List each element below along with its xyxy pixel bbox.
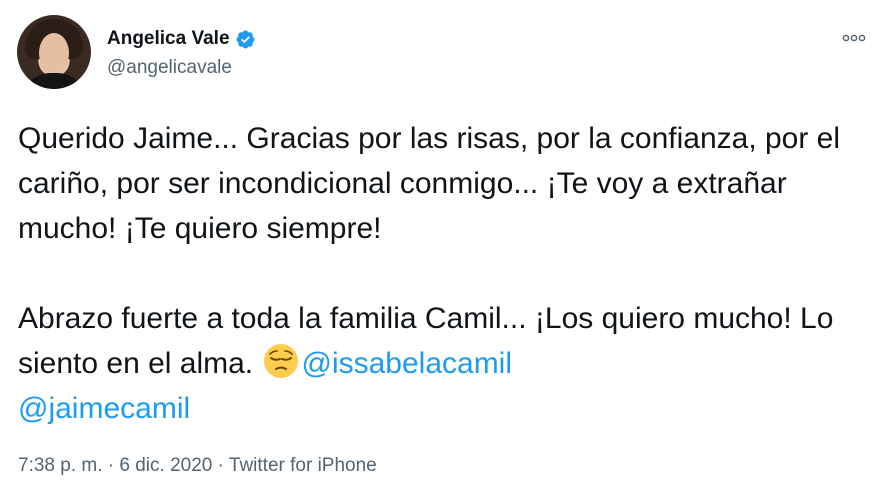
tweet-paragraph-1: Querido Jaime... Gracias por las risas, … (18, 122, 841, 245)
avatar-face (39, 33, 69, 73)
mention-issabelacamil[interactable]: @issabelacamil (301, 347, 512, 380)
author-name[interactable]: Angelica Vale (107, 28, 230, 50)
mention-jaimecamil[interactable]: @jaimecamil (18, 392, 190, 425)
tweet-paragraph-2: Abrazo fuerte a toda la familia Camil...… (18, 296, 868, 431)
meta-separator: · (212, 455, 229, 476)
author-name-row[interactable]: Angelica Vale (107, 28, 256, 50)
tweet-time[interactable]: 7:38 p. m. (18, 455, 103, 476)
verified-badge-icon (235, 29, 256, 50)
more-options-icon[interactable] (842, 26, 866, 47)
tweet-text: Querido Jaime... Gracias por las risas, … (18, 116, 868, 431)
meta-separator: · (102, 455, 120, 476)
tweet-card: Angelica Vale @angelicavale Querido Jaim… (0, 0, 890, 495)
author-handle[interactable]: @angelicavale (107, 57, 232, 79)
pensive-face-icon (263, 343, 299, 379)
tweet-meta: 7:38 p. m. · 6 dic. 2020 · Twitter for i… (18, 455, 377, 477)
avatar[interactable] (17, 15, 91, 89)
avatar-shoulders (21, 73, 87, 89)
tweet-date[interactable]: 6 dic. 2020 (119, 455, 212, 476)
tweet-source[interactable]: Twitter for iPhone (229, 455, 377, 476)
